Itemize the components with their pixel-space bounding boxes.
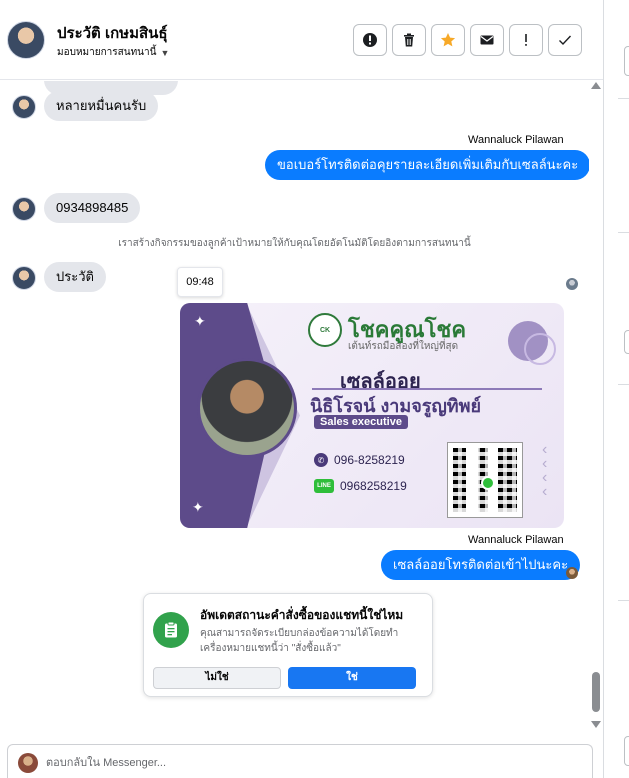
scrollbar-thumb[interactable] [592, 672, 600, 712]
inbox-conversation-view: ประวัติ เกษมสินธุ์ มอบหมายการสนทนานี้ ▼ [0, 0, 629, 778]
spam-button[interactable] [353, 24, 387, 56]
incoming-message[interactable]: 0934898485 [44, 193, 141, 223]
panel-divider [618, 384, 629, 385]
panel-divider [618, 98, 629, 99]
assign-label: มอบหมายการสนทนานี้ [57, 47, 157, 58]
page-avatar [18, 753, 38, 773]
outgoing-message[interactable]: ขอเบอร์โทรติดต่อคุยรายละเอียดเพิ่มเติมกั… [265, 150, 589, 180]
order-icon [153, 612, 189, 648]
seen-indicator-avatar [566, 278, 578, 290]
order-prompt-body: คุณสามารถจัดระเบียบกล่องข้อความได้โดยทำเ… [200, 628, 399, 654]
brand-tagline: เต้นท์รถมือสองที่ใหญ่ที่สุด [348, 341, 459, 352]
assign-conversation-dropdown[interactable]: มอบหมายการสนทนานี้ ▼ [57, 45, 169, 60]
message-thread: หลายหมื่นคนรับ Wannaluck Pilawan ขอเบอร์… [0, 81, 589, 738]
no-button[interactable]: ไม่ใช่ [153, 667, 281, 689]
done-button[interactable] [548, 24, 582, 56]
contact-avatar-small [12, 197, 36, 221]
card-divider [312, 388, 542, 390]
trash-icon [404, 33, 414, 47]
outgoing-message[interactable]: เซลล์ออยโทรติดต่อเข้าไปนะคะ [381, 550, 581, 580]
reply-input[interactable] [46, 754, 566, 772]
phone-icon: ✆ [314, 453, 328, 467]
check-icon [559, 35, 572, 46]
card-decoration [524, 333, 556, 365]
caret-down-icon: ▼ [160, 47, 170, 58]
panel-field[interactable] [624, 46, 629, 76]
line-row: LINE 0968258219 [314, 479, 407, 493]
contact-name[interactable]: ประวัติ เกษมสินธุ์ [57, 21, 168, 45]
conversation-header: ประวัติ เกษมสินธุ์ มอบหมายการสนทนานี้ ▼ [0, 0, 603, 80]
contact-avatar-small [12, 95, 36, 119]
yes-button[interactable]: ใช่ [288, 667, 416, 689]
scroll-up-arrow-icon[interactable] [591, 82, 601, 89]
page-avatar [566, 567, 578, 579]
mark-unread-button[interactable] [470, 24, 504, 56]
panel-divider [618, 232, 629, 233]
sparkle-icon: ✦ [192, 499, 204, 515]
star-button[interactable] [431, 24, 465, 56]
panel-divider [618, 600, 629, 601]
contact-avatar-small [12, 266, 36, 290]
contact-details-panel [603, 0, 629, 778]
incoming-message[interactable]: ประวัติ [44, 262, 106, 292]
order-prompt-title: อัพเดตสถานะคำสั่งซื้อของแชทนี้ใช่ไหม [200, 608, 404, 622]
star-icon [440, 33, 456, 47]
line-logo-icon [481, 476, 495, 490]
business-card-image[interactable]: ✦ ✦ CK โชคคูณโชค เต้นท์รถมือสองที่ใหญ่ที… [180, 303, 564, 528]
sparkle-icon: ✦ [194, 313, 206, 329]
follow-up-button[interactable] [509, 24, 543, 56]
phone-number: 096-8258219 [334, 453, 405, 467]
delete-button[interactable] [392, 24, 426, 56]
brand-logo: CK [308, 313, 342, 347]
exclamation-icon [525, 34, 527, 46]
phone-row: ✆ 096-8258219 [314, 453, 405, 467]
chevron-decoration-icon: ‹ ‹ ‹ ‹ [542, 441, 548, 500]
line-icon: LINE [314, 479, 334, 493]
alert-circle-icon [363, 33, 377, 47]
clipboard-icon [165, 621, 177, 638]
conversation-toolbar [353, 24, 582, 56]
sender-name: Wannaluck Pilawan [468, 534, 564, 546]
panel-field[interactable] [624, 330, 629, 354]
chat-scrollbar[interactable] [589, 82, 603, 734]
salesperson-photo [197, 358, 297, 458]
reply-composer [7, 744, 593, 778]
line-id: 0968258219 [340, 479, 407, 493]
envelope-icon [480, 35, 494, 45]
panel-field[interactable] [624, 736, 629, 766]
system-notice: เราสร้างกิจกรรมของลูกค้าเป้าหมายให้กับคุ… [118, 238, 471, 249]
order-status-prompt: อัพเดตสถานะคำสั่งซื้อของแชทนี้ใช่ไหม คุณ… [143, 593, 433, 697]
qr-code [447, 442, 523, 518]
contact-avatar[interactable] [7, 21, 45, 59]
incoming-message[interactable]: หลายหมื่นคนรับ [44, 91, 159, 121]
timestamp-tooltip: 09:48 [177, 267, 223, 297]
scroll-down-arrow-icon[interactable] [591, 721, 601, 728]
sender-name: Wannaluck Pilawan [468, 134, 564, 146]
salesperson-role: Sales executive [314, 415, 408, 429]
